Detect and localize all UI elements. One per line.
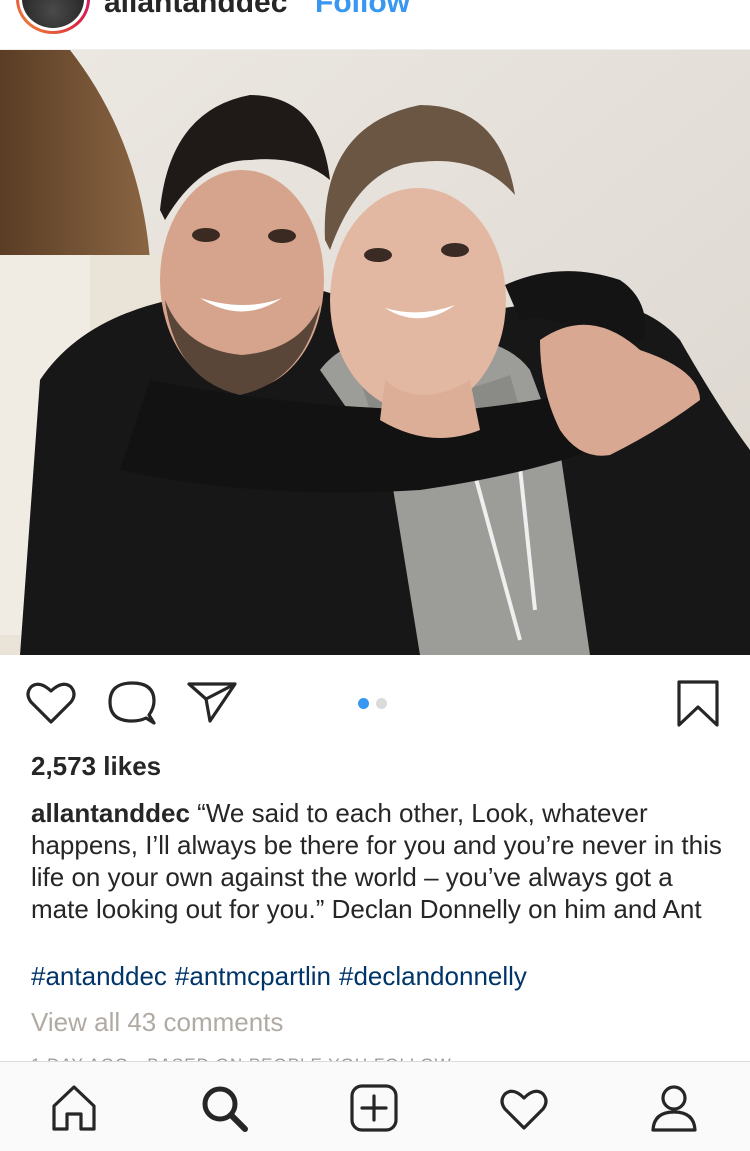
likes-count[interactable]: 2,573 likes	[31, 751, 161, 782]
carousel-indicator	[358, 698, 387, 709]
post-actions	[0, 655, 750, 750]
add-icon[interactable]	[348, 1082, 400, 1134]
hashtags: #antanddec #antmcpartlin #declandonnelly	[31, 961, 535, 992]
heart-icon[interactable]	[26, 681, 76, 725]
hashtag-link[interactable]: #antmcpartlin	[175, 961, 331, 991]
bookmark-icon[interactable]	[675, 679, 721, 729]
activity-heart-icon[interactable]	[498, 1082, 550, 1134]
comment-icon[interactable]	[106, 679, 158, 727]
caption-username[interactable]: allantanddec	[31, 798, 190, 828]
search-icon[interactable]	[198, 1082, 250, 1134]
profile-icon[interactable]	[648, 1082, 700, 1134]
follow-button[interactable]: Follow	[315, 0, 410, 20]
hashtag-link[interactable]: #declandonnelly	[339, 961, 527, 991]
photo-two-men-hugging	[0, 50, 750, 655]
post-caption: allantanddec “We said to each other, Loo…	[31, 797, 731, 925]
carousel-dot-active	[358, 698, 369, 709]
hashtag-link[interactable]: #antanddec	[31, 961, 167, 991]
home-icon[interactable]	[48, 1082, 100, 1134]
header-username[interactable]: allantanddec	[104, 0, 287, 20]
bottom-tab-bar	[0, 1061, 750, 1151]
post-header: allantanddec Follow	[0, 0, 750, 50]
view-comments-link[interactable]: View all 43 comments	[31, 1007, 283, 1038]
carousel-dot	[376, 698, 387, 709]
post-photo[interactable]	[0, 50, 750, 655]
share-icon[interactable]	[186, 679, 238, 725]
avatar[interactable]	[16, 0, 90, 34]
